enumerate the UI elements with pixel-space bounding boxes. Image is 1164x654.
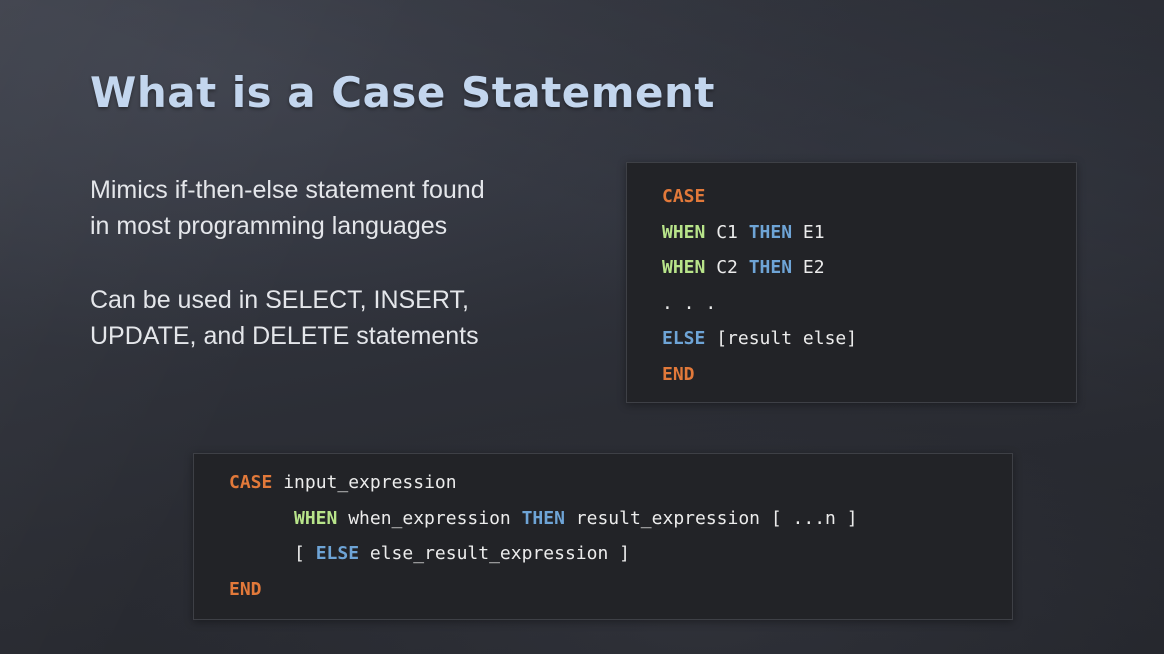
else-result-text: [result else]	[705, 328, 858, 349]
result-expression-text: result_expression [ ...n ]	[564, 507, 858, 529]
slide-title: What is a Case Statement	[90, 68, 715, 117]
bullet-item: Can be used in SELECT, INSERT, UPDATE, a…	[90, 282, 590, 354]
code-line: WHEN C1 THEN E1	[662, 215, 1076, 251]
keyword-then: THEN	[521, 507, 565, 529]
open-bracket-text: [	[294, 543, 316, 564]
keyword-case: CASE	[229, 472, 273, 493]
bullet-item: Mimics if-then-else statement found in m…	[90, 172, 590, 244]
bullet-line: UPDATE, and DELETE statements	[90, 322, 479, 350]
condition-text: C2	[705, 257, 749, 278]
code-line: ELSE [result else]	[662, 321, 1076, 357]
case-syntax-code-box: CASE WHEN C1 THEN E1 WHEN C2 THEN E2 . .…	[626, 162, 1077, 403]
keyword-then: THEN	[748, 221, 793, 243]
when-expression-text: when_expression	[337, 507, 522, 529]
code-line: WHEN C2 THEN E2	[662, 250, 1076, 286]
else-result-expression-text: else_result_expression ]	[359, 543, 630, 564]
keyword-else: ELSE	[662, 328, 706, 349]
slide: What is a Case Statement Mimics if-then-…	[0, 0, 1164, 654]
code-line: . . .	[662, 286, 1076, 322]
full-case-syntax-code-box: CASE input_expression WHEN when_expressi…	[193, 453, 1013, 620]
keyword-end: END	[229, 578, 262, 600]
keyword-when: WHEN	[662, 221, 706, 243]
input-expression-text: input_expression	[272, 472, 457, 493]
bullet-line: Can be used in SELECT, INSERT,	[90, 286, 469, 314]
code-line: WHEN when_expression THEN result_express…	[229, 501, 1012, 537]
code-line: END	[229, 572, 1012, 608]
code-line: END	[662, 357, 1076, 393]
code-line: [ ELSE else_result_expression ]	[229, 536, 1012, 572]
keyword-case: CASE	[662, 186, 706, 207]
bullet-line: Mimics if-then-else statement found	[90, 176, 485, 204]
code-line: CASE input_expression	[229, 465, 1012, 501]
keyword-else: ELSE	[315, 543, 360, 564]
bullet-list: Mimics if-then-else statement found in m…	[90, 172, 590, 392]
bullet-line: in most programming languages	[90, 212, 448, 240]
code-line: CASE	[662, 179, 1076, 215]
condition-text: C1	[705, 221, 749, 243]
expression-text: E2	[792, 257, 825, 278]
keyword-when: WHEN	[294, 507, 338, 529]
expression-text: E1	[792, 221, 825, 243]
keyword-when: WHEN	[662, 257, 706, 278]
keyword-end: END	[662, 363, 695, 385]
ellipsis-text: . . .	[662, 292, 717, 314]
keyword-then: THEN	[748, 257, 793, 278]
